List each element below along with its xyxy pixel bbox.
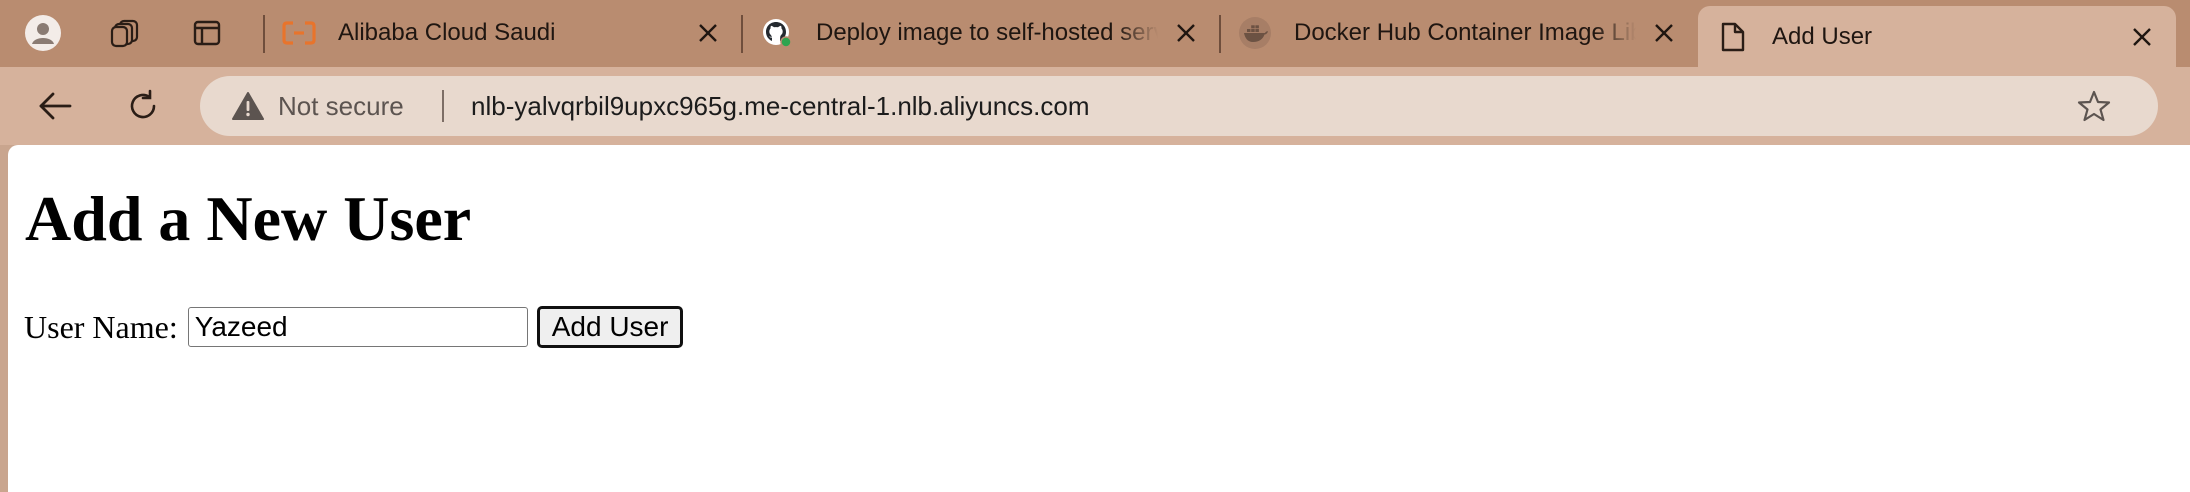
- tab-deploy-image[interactable]: Deploy image to self-hosted server: [742, 6, 1220, 60]
- page-title: Add a New User: [25, 183, 472, 254]
- tab-alibaba-cloud[interactable]: Alibaba Cloud Saudi: [264, 6, 742, 60]
- add-user-form: User Name: Add User: [24, 305, 684, 349]
- back-button[interactable]: [28, 80, 82, 132]
- close-icon: [1177, 24, 1195, 42]
- profile-button[interactable]: [16, 8, 70, 58]
- tab-close-button[interactable]: [1644, 13, 1684, 53]
- page-icon: [1716, 20, 1750, 54]
- reload-icon: [126, 89, 160, 123]
- tab-close-button[interactable]: [688, 13, 728, 53]
- reload-button[interactable]: [116, 80, 170, 132]
- user-name-label: User Name:: [24, 308, 178, 345]
- bookmark-button[interactable]: [2074, 86, 2114, 126]
- url-text[interactable]: nlb-yalvqrbil9upxc965g.me-central-1.nlb.…: [471, 76, 1090, 136]
- add-user-button[interactable]: Add User: [536, 306, 684, 348]
- back-arrow-icon: [37, 90, 73, 122]
- security-label: Not secure: [278, 90, 404, 121]
- tab-title: Alibaba Cloud Saudi: [338, 19, 556, 46]
- profile-avatar-icon: [25, 15, 61, 51]
- close-icon: [699, 24, 717, 42]
- tab-actions-button[interactable]: [180, 8, 234, 58]
- tab-title: Add User: [1772, 22, 1873, 50]
- tab-strip: Alibaba Cloud Saudi Deploy image to self…: [0, 0, 2190, 67]
- alibaba-cloud-icon: [282, 16, 316, 50]
- close-icon: [2133, 27, 2151, 46]
- docker-icon: [1238, 16, 1272, 50]
- tab-actions-icon: [192, 18, 222, 48]
- star-icon: [2077, 89, 2111, 123]
- workspaces-button[interactable]: [98, 8, 152, 58]
- tab-title: Docker Hub Container Image Library: [1294, 19, 1636, 46]
- tab-close-button[interactable]: [2122, 17, 2162, 57]
- address-divider: [442, 90, 444, 122]
- navigation-toolbar: Not secure nlb-yalvqrbil9upxc965g.me-cen…: [0, 67, 2190, 145]
- browser-window: Alibaba Cloud Saudi Deploy image to self…: [0, 0, 2190, 492]
- close-icon: [1655, 24, 1673, 42]
- site-security-chip[interactable]: Not secure: [232, 76, 404, 136]
- github-icon: [760, 16, 794, 50]
- tab-docker-hub[interactable]: Docker Hub Container Image Library: [1220, 6, 1698, 60]
- user-name-input[interactable]: [187, 307, 528, 347]
- address-bar[interactable]: Not secure nlb-yalvqrbil9upxc965g.me-cen…: [200, 76, 2158, 136]
- warning-triangle-icon: [232, 91, 264, 121]
- workspaces-icon: [109, 17, 141, 49]
- tab-close-button[interactable]: [1166, 13, 1206, 53]
- page-viewport: Add a New User User Name: Add User: [8, 145, 2190, 492]
- tab-title: Deploy image to self-hosted server: [816, 19, 1158, 46]
- tab-add-user[interactable]: Add User: [1698, 6, 2176, 67]
